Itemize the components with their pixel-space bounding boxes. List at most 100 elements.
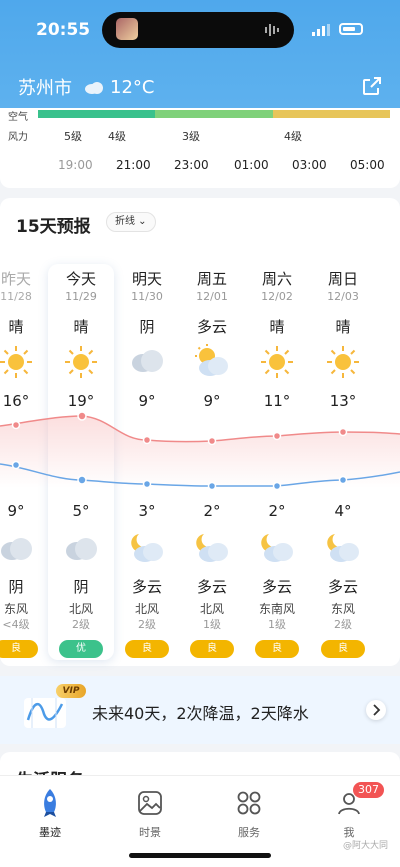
wind-level: 2级 [72,618,90,631]
day-date: 11/29 [65,290,97,303]
day-date: 11/30 [131,290,163,303]
high-temp: 11° [263,392,291,410]
aqi-badge: 良 [321,640,365,658]
wind-level: <4级 [2,618,30,631]
sun-cloud-icon [179,344,245,384]
cloud-icon [0,532,49,576]
dynamic-island[interactable] [102,12,294,48]
now-playing-thumbnail [116,18,138,40]
header: 20:55 苏州市 12°C [0,0,400,116]
wind-level: 5级 [64,130,82,143]
wind-level: 2级 [138,618,156,631]
day-name: 昨天 [0,270,31,288]
day-name: 周日 [327,270,358,288]
night-condition: 阴 [8,578,24,596]
tab-scenery[interactable]: 时景 [120,788,180,840]
share-icon[interactable] [360,74,384,98]
grid-icon [219,788,279,818]
tab-label: 墨迹 [39,826,61,839]
day-name: 明天 [131,270,162,288]
day-condition: 晴 [73,318,89,336]
hour-label: 03:00 [292,158,327,172]
hour-label: 05:00 [350,158,385,172]
day-condition: 晴 [269,318,285,336]
moon-cloud-icon [310,532,376,576]
battery-icon [339,23,363,35]
fifteen-day-forecast[interactable]: 15天预报 折线 ⌄ 昨天 11/28 晴 16° 9° 阴 东风 <4级 良 … [0,198,400,666]
night-condition: 阴 [73,578,89,596]
low-temp: 3° [138,502,156,520]
wind-level: 1级 [268,618,286,631]
tab-me[interactable]: 307 我 [319,782,384,840]
chevron-right-icon[interactable] [366,700,386,720]
wind-level: 2级 [334,618,352,631]
wind-direction: 北风 [199,602,224,616]
status-time: 20:55 [36,20,91,40]
city-row[interactable]: 苏州市 12°C [18,74,154,100]
cloud-icon [114,344,180,384]
air-quality-bar [38,110,391,118]
high-temp: 19° [67,392,95,410]
wind-direction: 北风 [68,602,93,616]
wind-level: 4级 [284,130,302,143]
day-column[interactable]: 周五 12/01 多云 9° 2° 多云 北风 1级 良 [179,268,245,658]
aqi-badge: 良 [190,640,234,658]
hour-label: 21:00 [116,158,151,172]
day-condition: 晴 [8,318,24,336]
day-column[interactable]: 明天 11/30 阴 9° 3° 多云 北风 2级 良 [114,268,180,658]
view-toggle-button[interactable]: 折线 ⌄ [106,212,156,232]
cloud-icon [48,532,114,576]
wind-level: 3级 [182,130,200,143]
signal-icon [312,24,330,36]
wind-label: 风力 [8,132,28,143]
air-quality-label: 空气 [8,112,28,123]
day-date: 12/01 [196,290,228,303]
day-name: 周五 [196,270,227,288]
picture-icon [120,788,180,818]
low-temp: 5° [72,502,90,520]
tab-services[interactable]: 服务 [219,788,279,840]
low-temp: 9° [7,502,25,520]
aqi-badge: 良 [255,640,299,658]
low-temp: 2° [268,502,286,520]
day-condition: 阴 [139,318,155,336]
rocket-icon [20,788,80,818]
day-column[interactable]: 周六 12/02 晴 11° 2° 多云 东南风 1级 良 [244,268,310,658]
day-date: 11/28 [0,290,32,303]
aqi-badge: 良 [125,640,169,658]
moon-cloud-icon [179,532,245,576]
home-indicator[interactable] [129,853,271,858]
day-date: 12/02 [261,290,293,303]
day-name: 今天 [65,270,96,288]
wind-level: 4级 [108,130,126,143]
night-condition: 多云 [261,578,292,596]
vip-forecast-banner[interactable]: VIP 未来40天，2次降温，2天降水 [0,676,400,744]
night-condition: 多云 [327,578,358,596]
vip-summary: 未来40天，2次降温，2天降水 [92,704,309,723]
night-condition: 多云 [196,578,227,596]
wind-direction: 东南风 [258,602,295,616]
day-column[interactable]: 周日 12/03 晴 13° 4° 多云 东风 2级 良 [310,268,376,658]
wind-level: 1级 [203,618,221,631]
day-date: 12/03 [327,290,359,303]
cloud-icon [85,82,103,94]
view-toggle-label: 折线 [115,216,135,227]
sun-icon [48,344,114,384]
hour-label: 19:00 [58,158,93,172]
tab-label: 时景 [139,826,161,839]
aqi-badge: 优 [59,640,103,658]
wind-direction: 东风 [330,602,355,616]
forecast-title: 15天预报 [16,217,91,237]
sun-icon [244,344,310,384]
day-column[interactable]: 昨天 11/28 晴 16° 9° 阴 东风 <4级 良 [0,268,49,658]
moon-cloud-icon [114,532,180,576]
vip-badge: VIP [56,684,86,698]
moon-cloud-icon [244,532,310,576]
high-temp: 13° [329,392,357,410]
day-column-today[interactable]: 今天 11/29 晴 19° 5° 阴 北风 2级 优 [48,268,114,658]
hourly-forecast[interactable]: 空气 风力 5级 4级 3级 4级 19:00 21:00 23:00 01:0… [0,108,400,188]
low-temp: 4° [334,502,352,520]
current-temperature: 12°C [110,76,155,98]
aqi-badge: 良 [0,640,38,658]
tab-moji[interactable]: 墨迹 [20,788,80,840]
